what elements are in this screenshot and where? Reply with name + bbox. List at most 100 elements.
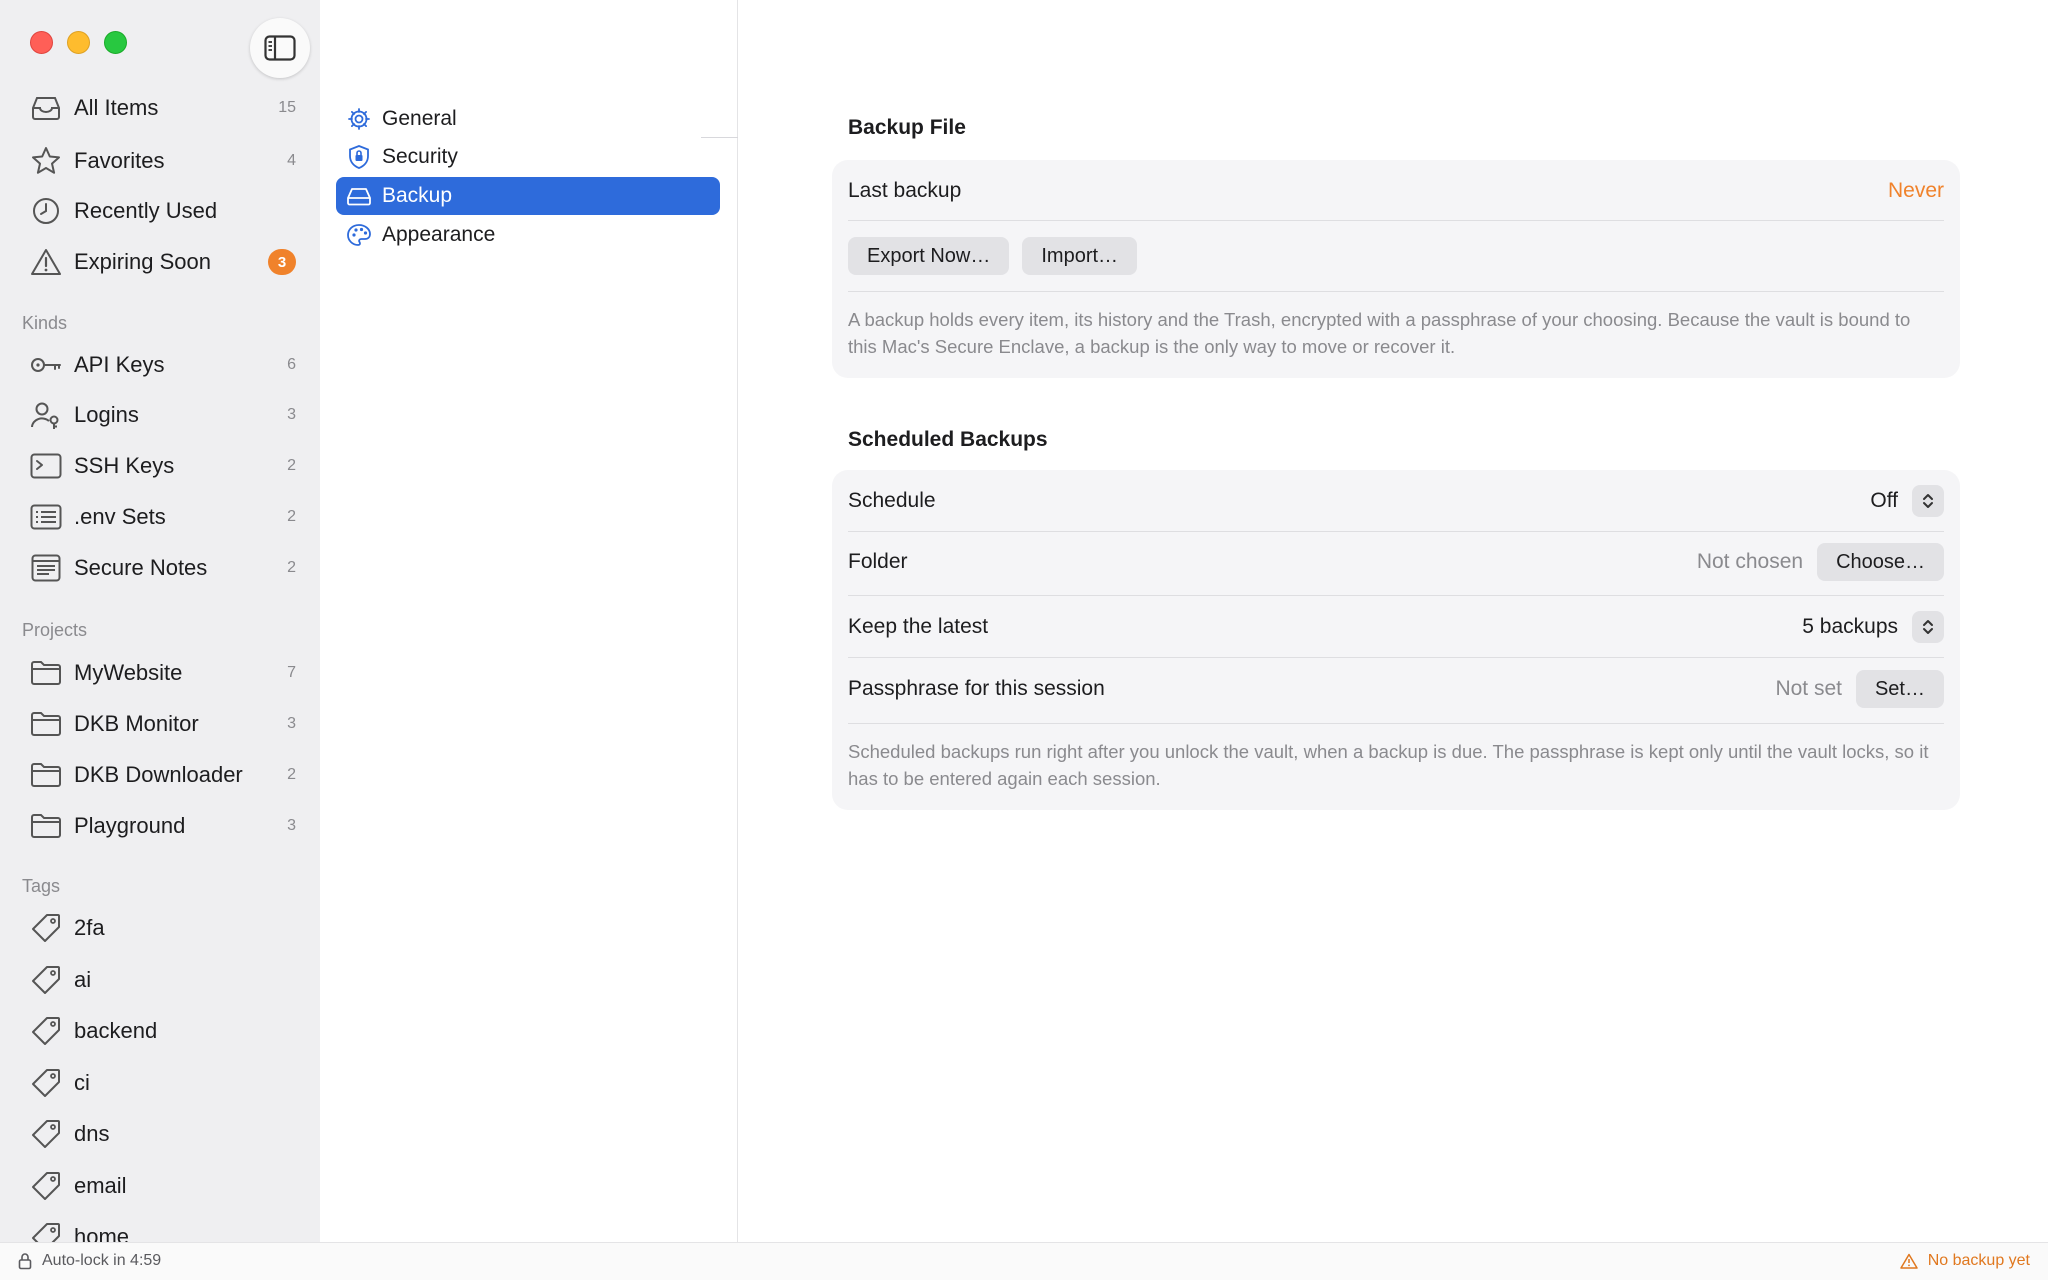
- item-count: 15: [278, 99, 296, 116]
- sidebar-item-label: All Items: [74, 95, 159, 120]
- tag-icon: [28, 1013, 64, 1049]
- passphrase-label: Passphrase for this session: [848, 677, 1105, 700]
- backup-warning-text: No backup yet: [1927, 1252, 2030, 1269]
- item-count: 6: [287, 356, 296, 373]
- sidebar-item-label: Expiring Soon: [74, 249, 211, 274]
- close-window-button[interactable]: [30, 31, 53, 54]
- sidebar-item-tag[interactable]: ci: [28, 1061, 296, 1105]
- settings-nav-appearance[interactable]: Appearance: [336, 216, 720, 254]
- sidebar-item-label: Favorites: [74, 148, 165, 173]
- sidebar-item-ssh-keys[interactable]: SSH Keys 2: [28, 444, 296, 488]
- palette-icon: [342, 223, 376, 247]
- scheduled-backups-title: Scheduled Backups: [848, 428, 1048, 451]
- sidebar-item-tag[interactable]: dns: [28, 1112, 296, 1156]
- warning-icon: [28, 244, 64, 280]
- item-count: 3: [287, 817, 296, 834]
- sidebar-item-expiring-soon[interactable]: Expiring Soon 3: [28, 240, 296, 284]
- tag-icon: [28, 1065, 64, 1101]
- set-passphrase-button[interactable]: Set…: [1855, 670, 1944, 708]
- schedule-popup-button[interactable]: [1912, 485, 1944, 517]
- item-count: 3: [287, 406, 296, 423]
- folder-row: Folder Not chosen Choose…: [848, 543, 1944, 581]
- last-backup-value: Never: [1887, 179, 1944, 202]
- tag-icon: [28, 1168, 64, 1204]
- sidebar: All Items 15 Favorites 4 Recently Used E…: [0, 0, 320, 1280]
- sidebar-item-tag[interactable]: email: [28, 1164, 296, 1208]
- backup-warning-status[interactable]: No backup yet: [1899, 1252, 2030, 1270]
- note-icon: [28, 550, 64, 586]
- gear-icon: [342, 107, 376, 131]
- settings-nav-backup[interactable]: Backup: [336, 177, 720, 215]
- sidebar-item-label: ai: [74, 967, 92, 992]
- sidebar-item-project[interactable]: Playground 3: [28, 804, 296, 848]
- zoom-window-button[interactable]: [104, 31, 127, 54]
- backup-file-title: Backup File: [848, 116, 966, 139]
- row-divider: [848, 291, 1944, 292]
- tags-header: Tags: [22, 876, 61, 896]
- row-divider: [848, 531, 1944, 532]
- sidebar-item-favorites[interactable]: Favorites 4: [28, 139, 296, 183]
- toggle-sidebar-button[interactable]: [250, 18, 310, 78]
- sidebar-item-label: backend: [74, 1018, 158, 1043]
- sidebar-item-project[interactable]: DKB Downloader 2: [28, 753, 296, 797]
- sidebar-item-label: ci: [74, 1070, 90, 1095]
- sidebar-item-tag[interactable]: ai: [28, 958, 296, 1002]
- sidebar-item-project[interactable]: DKB Monitor 3: [28, 702, 296, 746]
- tag-icon: [28, 1116, 64, 1152]
- sidebar-item-secure-notes[interactable]: Secure Notes 2: [28, 546, 296, 590]
- sidebar-item-tag[interactable]: 2fa: [28, 906, 296, 950]
- item-count: 2: [287, 559, 296, 576]
- settings-nav-label: Security: [382, 145, 458, 168]
- minimize-window-button[interactable]: [67, 31, 90, 54]
- tray-icon: [28, 90, 64, 126]
- sidebar-item-all-items[interactable]: All Items 15: [28, 86, 296, 130]
- warning-icon: [1899, 1253, 1918, 1269]
- settings-nav-general[interactable]: General: [336, 100, 720, 138]
- chevron-up-down-icon: [1923, 620, 1933, 634]
- last-backup-row: Last backup Never: [848, 174, 1944, 208]
- tag-icon: [28, 962, 64, 998]
- key-icon: [28, 347, 64, 383]
- status-bar: Auto-lock in 4:59 No backup yet: [0, 1242, 2048, 1280]
- tag-icon: [28, 910, 64, 946]
- terminal-icon: [28, 448, 64, 484]
- item-count: 2: [287, 457, 296, 474]
- folder-label: Folder: [848, 550, 908, 573]
- sidebar-item-project[interactable]: MyWebsite 7: [28, 651, 296, 695]
- scheduled-backups-card: Schedule Off Folder Not chosen Choose… K…: [832, 470, 1960, 810]
- folder-icon: [28, 706, 64, 742]
- sidebar-item-label: Logins: [74, 402, 139, 427]
- sidebar-item-label: API Keys: [74, 352, 165, 377]
- keep-latest-value[interactable]: 5 backups: [1802, 615, 1898, 639]
- schedule-row: Schedule Off: [848, 483, 1944, 519]
- person-key-icon: [28, 397, 64, 433]
- keep-latest-popup-button[interactable]: [1912, 611, 1944, 643]
- sidebar-item-logins[interactable]: Logins 3: [28, 393, 296, 437]
- schedule-value[interactable]: Off: [1870, 489, 1898, 513]
- sidebar-item-recently-used[interactable]: Recently Used: [28, 189, 296, 233]
- item-count: 2: [287, 766, 296, 783]
- sidebar-item-label: MyWebsite: [74, 660, 183, 685]
- drive-icon: [342, 186, 376, 206]
- choose-folder-button[interactable]: Choose…: [1817, 543, 1944, 581]
- sidebar-item-env-sets[interactable]: .env Sets 2: [28, 495, 296, 539]
- folder-icon: [28, 808, 64, 844]
- item-count: 2: [287, 508, 296, 525]
- kinds-header: Kinds: [22, 313, 68, 333]
- sidebar-item-label: SSH Keys: [74, 453, 175, 478]
- settings-nav-security[interactable]: Security: [336, 138, 720, 176]
- import-button[interactable]: Import…: [1022, 237, 1138, 275]
- chevron-up-down-icon: [1923, 494, 1933, 508]
- sidebar-item-label: dns: [74, 1121, 110, 1146]
- sidebar-item-label: .env Sets: [74, 504, 166, 529]
- sidebar-icon: [264, 35, 296, 61]
- backup-file-card: Last backup Never Export Now… Import… A …: [832, 160, 1960, 378]
- sidebar-item-tag[interactable]: backend: [28, 1009, 296, 1053]
- star-icon: [28, 143, 64, 179]
- scheduled-backups-note: Scheduled backups run right after you un…: [848, 741, 1929, 789]
- autolock-text: Auto-lock in 4:59: [42, 1252, 162, 1269]
- export-now-button[interactable]: Export Now…: [848, 237, 1010, 275]
- settings-nav-label: Backup: [382, 184, 453, 207]
- lock-icon: [18, 1253, 32, 1270]
- sidebar-item-api-keys[interactable]: API Keys 6: [28, 343, 296, 387]
